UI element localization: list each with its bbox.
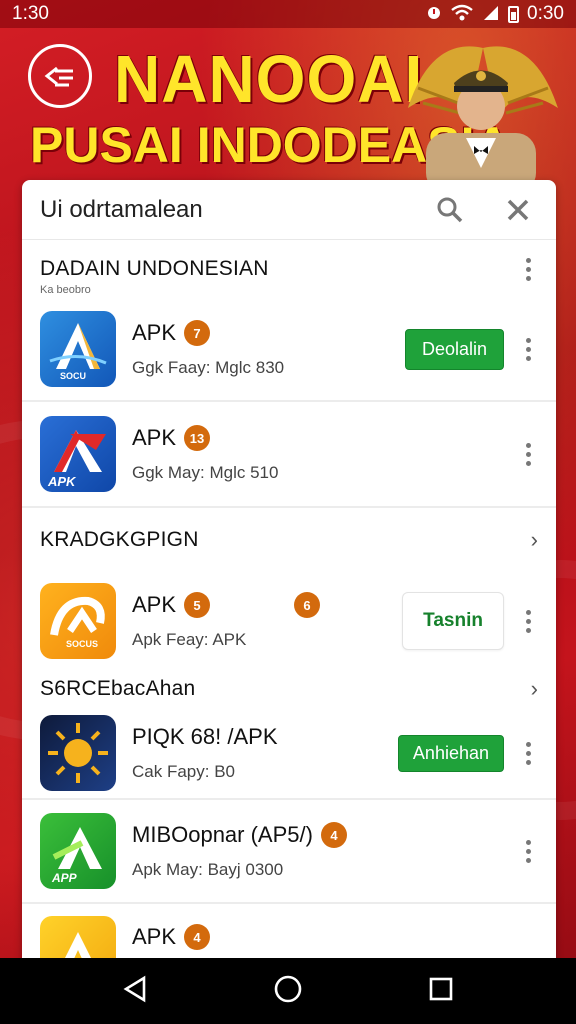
section-title: KRADGKGPIGN xyxy=(40,528,199,551)
menu-button[interactable] xyxy=(28,44,92,108)
app-name: PIQK 68! /APK xyxy=(132,724,278,749)
more-options-icon[interactable] xyxy=(518,442,538,466)
list-item[interactable]: SOCUS APK 5 6 Apk Feay: APK Tasnin xyxy=(22,572,556,670)
app-icon: APP xyxy=(40,813,116,889)
app-name: APK xyxy=(132,425,177,450)
section-title: DADAIN UNDONESIAN xyxy=(40,257,269,280)
chevron-right-icon[interactable]: › xyxy=(531,527,538,553)
recents-icon[interactable] xyxy=(428,976,454,1007)
back-icon[interactable] xyxy=(122,975,148,1008)
section-header[interactable]: KRADGKGPIGN › xyxy=(22,508,556,572)
install-button[interactable]: Tasnin xyxy=(402,592,504,650)
banner: NANOOAI PUSAI INDODEASIA xyxy=(0,28,576,188)
app-meta: Cak Fapy: B0 xyxy=(132,762,235,781)
download-button[interactable]: Deolalin xyxy=(404,328,504,370)
wifi-icon xyxy=(450,4,474,25)
app-icon: APK xyxy=(40,416,116,492)
chevron-right-icon[interactable]: › xyxy=(531,676,538,702)
home-icon[interactable] xyxy=(273,974,303,1009)
app-icon xyxy=(40,715,116,791)
more-options-icon[interactable] xyxy=(518,257,538,281)
list-item[interactable]: APP MIBOopnar (AP5/) 4 Apk May: Bayj 030… xyxy=(22,800,556,904)
search-input[interactable]: Ui odrtamalean xyxy=(40,196,402,224)
app-icon: SOCUS xyxy=(40,583,116,659)
list-item[interactable]: PIQK 68! /APK Cak Fapy: B0 Anhiehan xyxy=(22,708,556,800)
section-header[interactable]: S6RCEbacAhan › xyxy=(22,670,556,708)
rating-badge: 13 xyxy=(184,425,211,451)
close-icon[interactable] xyxy=(498,190,538,230)
back-menu-icon xyxy=(44,66,73,87)
list-item[interactable]: SOCU APK 7 Ggk Faay: Mglc 830 Deolalin xyxy=(22,298,556,402)
app-list-card: Ui odrtamalean DADAIN UNDONESIAN Ka beob… xyxy=(22,180,556,960)
section-title: S6RCEbacAhan xyxy=(40,677,196,700)
list-item[interactable]: APK APK 13 Ggk May: Mglc 510 xyxy=(22,402,556,508)
search-bar[interactable]: Ui odrtamalean xyxy=(22,180,556,240)
rating-badge: 7 xyxy=(184,320,211,346)
app-icon xyxy=(40,916,116,960)
more-options-icon[interactable] xyxy=(518,839,538,863)
alarm-icon xyxy=(426,4,442,24)
status-time: 1:30 xyxy=(12,3,49,24)
battery-icon xyxy=(508,5,520,23)
rating-badge: 4 xyxy=(184,924,211,950)
signal-icon xyxy=(482,4,500,25)
secondary-badge: 6 xyxy=(294,592,321,618)
app-meta: Ggk Faay: Mglc 830 xyxy=(132,358,285,377)
app-name: MIBOopnar (AP5/) xyxy=(132,822,313,847)
banner-title: NANOOAI xyxy=(114,41,424,117)
more-options-icon[interactable] xyxy=(518,337,538,361)
system-nav-bar xyxy=(0,958,576,1024)
status-bar: 1:30 0:30 xyxy=(0,0,576,28)
app-icon: SOCU xyxy=(40,311,116,387)
section-subtitle: Ka beobro xyxy=(40,284,91,296)
rating-badge: 4 xyxy=(320,822,347,848)
list-item[interactable]: APK 4 xyxy=(22,904,556,960)
search-icon[interactable] xyxy=(430,190,470,230)
official-portrait xyxy=(426,70,536,188)
rating-badge: 5 xyxy=(184,592,211,618)
app-meta: Ggk May: Mglc 510 xyxy=(132,463,279,482)
install-button[interactable]: Anhiehan xyxy=(397,734,504,772)
app-meta: Apk May: Bayj 0300 xyxy=(132,860,284,879)
more-options-icon[interactable] xyxy=(518,741,538,765)
more-options-icon[interactable] xyxy=(518,609,538,633)
status-time-right: 0:30 xyxy=(527,3,564,24)
section-header: DADAIN UNDONESIAN Ka beobro xyxy=(22,240,556,298)
app-name: APK xyxy=(132,320,177,345)
app-name: APK xyxy=(132,592,177,617)
app-name: APK xyxy=(132,924,177,949)
app-meta: Apk Feay: APK xyxy=(132,630,247,649)
